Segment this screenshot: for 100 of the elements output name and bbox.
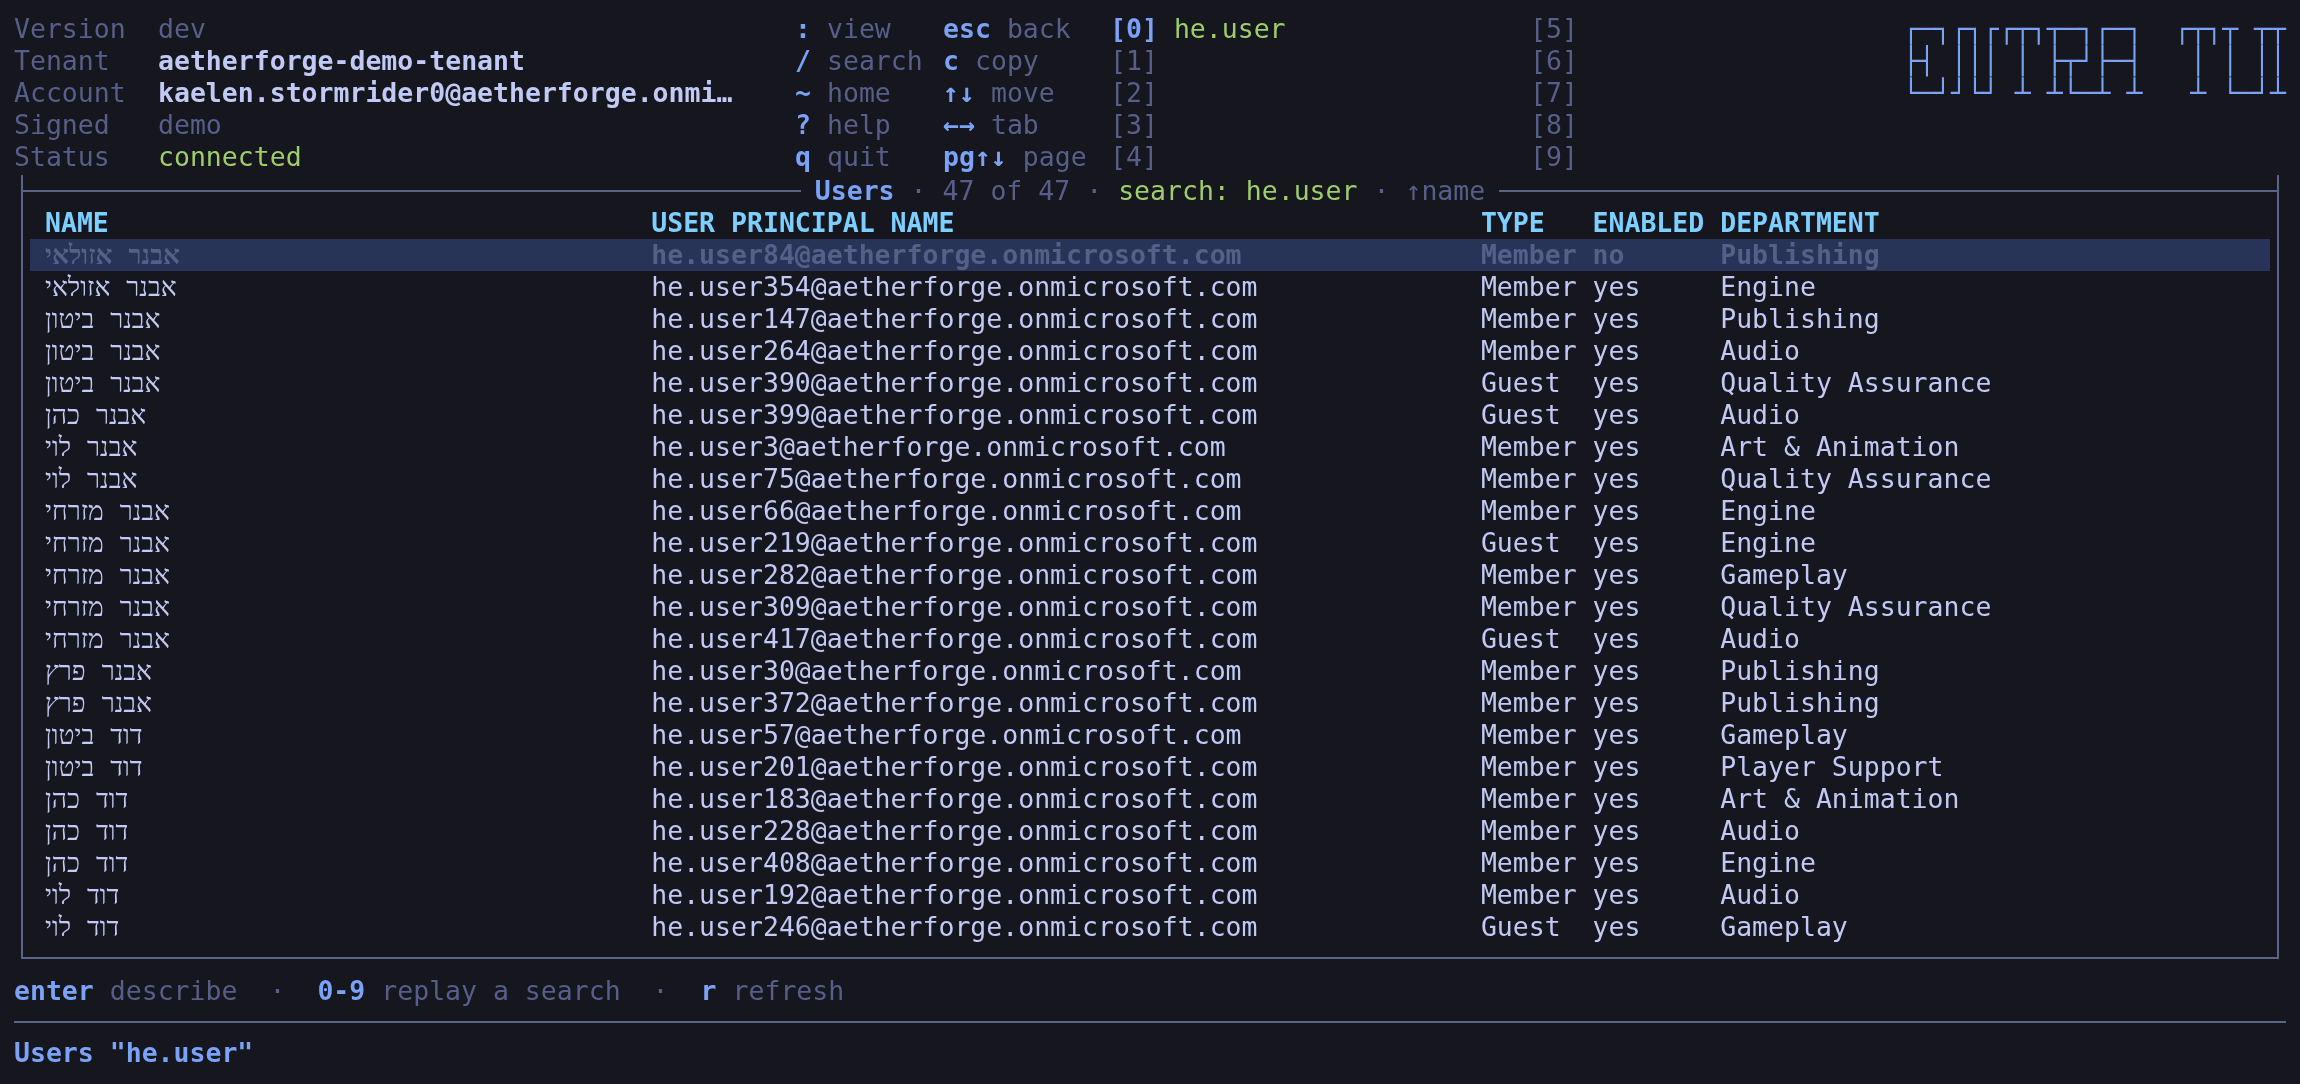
table-cell-text: Audio	[1720, 399, 1801, 431]
table-cell-text: אבנר מזרחי	[45, 495, 171, 527]
shortcut-key: /	[795, 45, 811, 77]
panel-title-part: search: he.user	[1118, 175, 1358, 207]
table-cell-text: אבנר ביטון	[45, 335, 162, 367]
table-cell-text: דוד כהן	[45, 847, 130, 879]
shortcut-label: home	[826, 77, 891, 109]
hint-key: 0-9	[317, 975, 366, 1007]
column-header[interactable]: NAME	[45, 207, 652, 239]
column-header[interactable]: DEPARTMENT	[1720, 207, 2270, 239]
table-cell-text: אבנר ביטון	[45, 303, 162, 335]
shortcut-label: move	[990, 77, 1055, 109]
shortcut-label: quit	[826, 141, 891, 173]
table-cell-text: Member	[1480, 783, 1578, 815]
app-logo: ┌─┐┌┐┌┌┬┐┬─┐┌─┐ ┌┬┐┬ ┬┬ ├┤ │││ │ ├┬┘├─┤ │ │ ││ └─┘┘└┘ ┴ ┴└─┴ ┴ ┴ └─┘┴	[1903, 13, 2286, 109]
table-cell-text: Guest	[1480, 623, 1562, 655]
column-header[interactable]: ENABLED	[1592, 207, 1721, 239]
shortcut-key: ?	[795, 109, 811, 141]
table-cell-text: Guest	[1480, 367, 1562, 399]
table-cell-text: yes	[1592, 623, 1642, 655]
table-cell-text: yes	[1592, 431, 1642, 463]
table-cell-text: Member	[1480, 303, 1578, 335]
table-cell-text: he.user147@aetherforge.onmicrosoft.com	[651, 303, 1259, 335]
table-cell-text: Quality Assurance	[1720, 591, 1993, 623]
table-cell-text: he.user75@aetherforge.onmicrosoft.com	[651, 463, 1243, 495]
table-cell-text: yes	[1592, 719, 1642, 751]
table-cell-text: Engine	[1720, 271, 1817, 303]
table-cell-text: אבנר ביטון	[45, 367, 162, 399]
table-cell-text: דוד ביטון	[45, 751, 144, 783]
info-value: dev	[158, 13, 207, 45]
info-value: connected	[158, 141, 303, 173]
table-cell-text: Member	[1480, 847, 1578, 879]
table-cell-text: Member	[1480, 495, 1578, 527]
shortcut-label: tab	[990, 109, 1039, 141]
info-label: Tenant	[14, 45, 111, 77]
table-cell-text: he.user390@aetherforge.onmicrosoft.com	[651, 367, 1259, 399]
shortcut-label: help	[826, 109, 891, 141]
table-cell-text: he.user309@aetherforge.onmicrosoft.com	[651, 591, 1259, 623]
search-slot-query[interactable]: he.user	[1173, 13, 1286, 45]
table-cell-text: yes	[1592, 559, 1642, 591]
table-cell-text: he.user408@aetherforge.onmicrosoft.com	[651, 847, 1259, 879]
table-cell-text: yes	[1592, 847, 1642, 879]
table-cell-text: yes	[1592, 271, 1642, 303]
table-cell-text: דוד כהן	[45, 783, 130, 815]
table-cell-text: Audio	[1720, 879, 1801, 911]
search-slot-index[interactable]: [0]	[1110, 13, 1158, 45]
table-cell-text: he.user372@aetherforge.onmicrosoft.com	[651, 687, 1259, 719]
table-cell-text: yes	[1592, 303, 1642, 335]
table-cell-text: yes	[1592, 367, 1642, 399]
table-cell-text: Publishing	[1720, 687, 1881, 719]
table-cell-text: he.user219@aetherforge.onmicrosoft.com	[651, 527, 1259, 559]
table-cell-text: he.user66@aetherforge.onmicrosoft.com	[651, 495, 1243, 527]
table-cell-text: Member	[1480, 815, 1578, 847]
table-cell-text: Quality Assurance	[1720, 463, 1993, 495]
table-cell-text: Member	[1480, 431, 1578, 463]
table-cell-text: Member	[1480, 719, 1578, 751]
table-cell-text: he.user264@aetherforge.onmicrosoft.com	[651, 335, 1259, 367]
table-cell-text: Member	[1480, 463, 1578, 495]
info-label: Version	[14, 13, 127, 45]
table-cell-text: דוד ביטון	[45, 719, 144, 751]
table-cell-text: yes	[1592, 335, 1642, 367]
table-cell-text: he.user246@aetherforge.onmicrosoft.com	[651, 911, 1259, 943]
table-cell-text: Gameplay	[1720, 719, 1849, 751]
hint-label: describe	[109, 975, 238, 1007]
table-cell-text: he.user417@aetherforge.onmicrosoft.com	[651, 623, 1259, 655]
table-cell-text: yes	[1592, 911, 1642, 943]
table-cell-text: yes	[1592, 527, 1642, 559]
table-cell-text: Audio	[1720, 815, 1801, 847]
table-cell-text: אבנר כהן	[45, 399, 148, 431]
column-header[interactable]: TYPE	[1480, 207, 1593, 239]
table-cell-text: Art & Animation	[1720, 783, 1961, 815]
table-cell-text: אבנר לוי	[45, 431, 139, 463]
panel-title-part: ↑name	[1405, 175, 1486, 207]
panel-title-part: 47 of 47	[942, 175, 1071, 207]
table-cell-text: Member	[1480, 655, 1578, 687]
separator: ·	[910, 175, 927, 207]
table-cell-text: Publishing	[1720, 303, 1881, 335]
shortcut-key: esc	[943, 13, 991, 45]
shortcut-key: ↑↓	[943, 77, 975, 109]
shortcut-key: q	[795, 141, 811, 173]
table-cell-text: Member	[1480, 751, 1578, 783]
column-header[interactable]: USER PRINCIPAL NAME	[651, 207, 1481, 239]
table-cell-text: yes	[1592, 879, 1642, 911]
shortcut-label: search	[826, 45, 923, 77]
table-cell-text: yes	[1592, 815, 1642, 847]
shortcut-label: copy	[974, 45, 1039, 77]
table-cell-text: Art & Animation	[1720, 431, 1961, 463]
table-cell-text: he.user183@aetherforge.onmicrosoft.com	[651, 783, 1259, 815]
table-cell-text: yes	[1592, 751, 1642, 783]
table-cell-text: yes	[1592, 463, 1642, 495]
table-cell-text: yes	[1592, 495, 1642, 527]
info-label: Account	[14, 77, 127, 109]
hint-label: replay a search	[381, 975, 621, 1007]
table-cell-text: אבנר פרץ	[45, 655, 153, 687]
separator: ·	[1086, 175, 1103, 207]
separator: ·	[269, 975, 286, 1007]
separator: ·	[652, 975, 669, 1007]
table-cell-text: he.user201@aetherforge.onmicrosoft.com	[651, 751, 1259, 783]
table-cell-text: Engine	[1720, 495, 1817, 527]
table-cell-text: yes	[1592, 399, 1642, 431]
